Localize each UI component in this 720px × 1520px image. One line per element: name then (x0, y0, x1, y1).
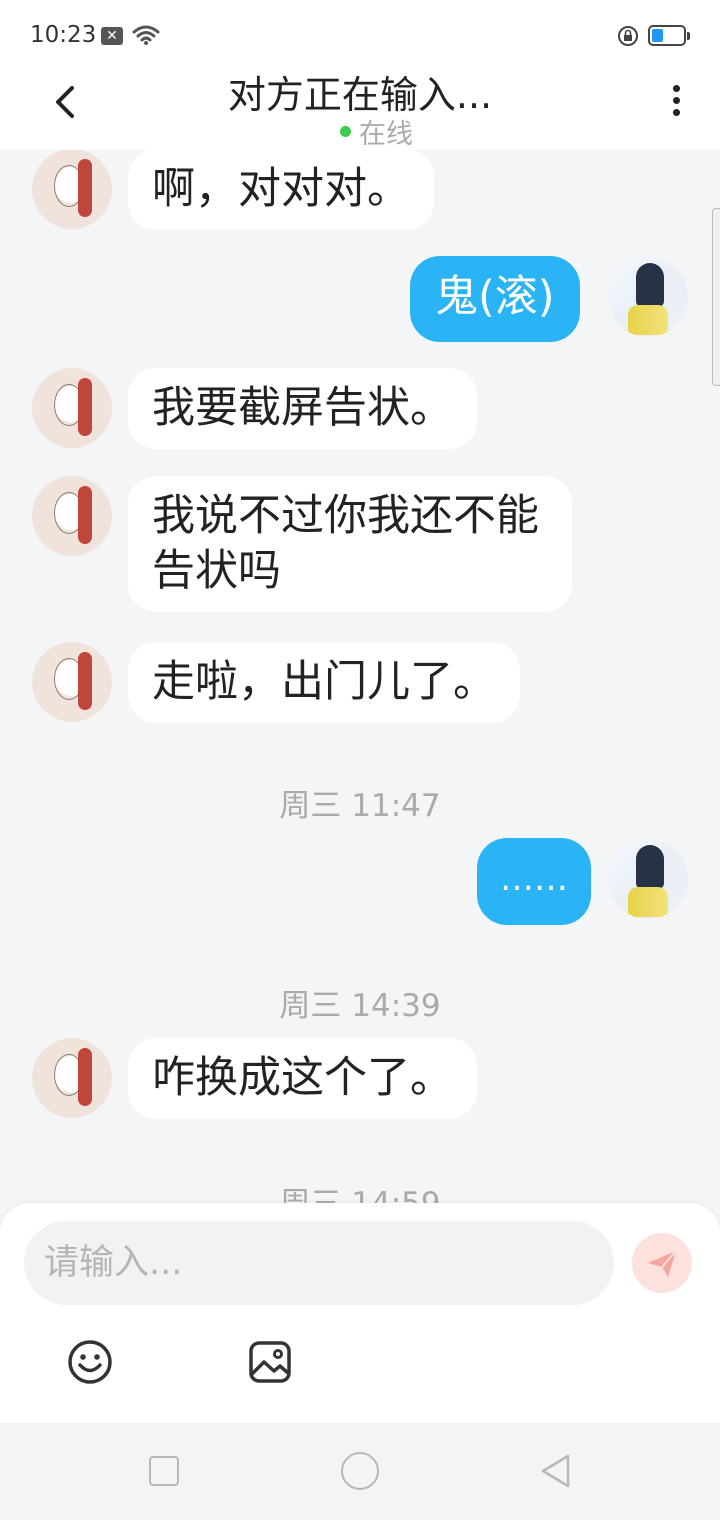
battery-icon (648, 25, 690, 46)
online-status: 在线 (340, 112, 413, 151)
chat-header: 对方正在输入... 在线 (0, 72, 720, 150)
scrollbar[interactable] (712, 208, 720, 386)
chat-messages[interactable]: 啊，对对对。 鬼(滚) 我要截屏告状。 我说不过你我还不能告状吗 走啦，出门儿了… (0, 150, 720, 1203)
home-circle-icon[interactable] (341, 1452, 379, 1490)
battery-fill (652, 29, 663, 42)
my-avatar[interactable] (608, 839, 688, 919)
incoming-message[interactable]: 走啦，出门儿了。 (128, 642, 520, 723)
composer (0, 1203, 720, 1423)
recents-square-icon[interactable] (149, 1456, 179, 1486)
status-time: 10:23 (30, 22, 97, 48)
message-timestamp: 周三 14:59 (0, 1178, 720, 1203)
outgoing-message[interactable]: 鬼(滚) (410, 256, 580, 342)
contact-avatar[interactable] (32, 368, 112, 448)
chat-title: 对方正在输入... (227, 73, 493, 117)
rotation-lock-icon (618, 26, 638, 46)
more-vertical-icon[interactable] (664, 80, 688, 128)
message-input[interactable] (24, 1221, 614, 1305)
contact-avatar[interactable] (32, 150, 112, 229)
my-avatar[interactable] (608, 257, 688, 337)
wifi-icon (132, 25, 160, 45)
send-button[interactable] (632, 1233, 692, 1293)
contact-avatar[interactable] (32, 1038, 112, 1118)
outgoing-message[interactable]: …… (477, 838, 591, 925)
message-timestamp: 周三 14:39 (279, 988, 441, 1024)
status-bar: 10:23 ✕ (0, 0, 720, 72)
message-timestamp: 周三 11:47 (279, 788, 441, 824)
send-icon (648, 1250, 677, 1277)
online-dot-icon (340, 126, 351, 137)
incoming-message[interactable]: 咋换成这个了。 (128, 1038, 477, 1119)
contact-avatar[interactable] (32, 476, 112, 556)
contact-avatar[interactable] (32, 642, 112, 722)
system-nav-bar (0, 1423, 720, 1520)
back-triangle-icon[interactable] (538, 1453, 574, 1489)
incoming-message[interactable]: 我要截屏告状。 (128, 368, 477, 449)
emoji-icon[interactable] (66, 1338, 114, 1386)
incoming-message[interactable]: 我说不过你我还不能告状吗 (128, 476, 572, 612)
online-status-label: 在线 (359, 119, 413, 150)
image-icon[interactable] (246, 1338, 294, 1386)
incoming-message[interactable]: 啊，对对对。 (128, 150, 434, 230)
notification-icon: ✕ (101, 27, 123, 45)
